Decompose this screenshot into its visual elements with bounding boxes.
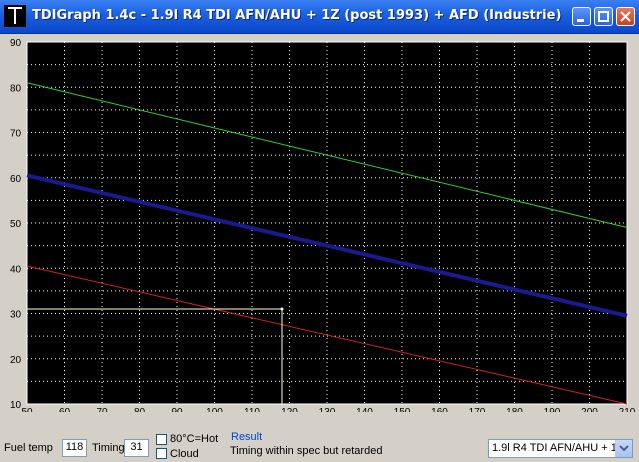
y-tick-label: 60 (10, 174, 22, 185)
maximize-icon (598, 11, 609, 22)
y-tick-label: 10 (10, 400, 22, 411)
hot-label: 80°C=Hot (170, 433, 219, 445)
y-tick-label: 40 (10, 264, 22, 275)
marker-point (280, 307, 284, 311)
app-icon[interactable] (4, 5, 26, 27)
y-tick-label: 30 (10, 310, 22, 321)
minimize-icon (577, 19, 584, 22)
result-text: Timing within spec but retarded (230, 445, 383, 457)
result-title: Result (230, 431, 264, 443)
close-button[interactable] (616, 7, 635, 26)
chart-area: 1020304050607080905060708090100110120130… (0, 34, 639, 412)
y-tick-label: 80 (10, 83, 22, 94)
timing-label: Timing (92, 442, 125, 454)
minimize-button[interactable] (572, 7, 591, 26)
fuel-temp-label: Fuel temp (4, 442, 53, 454)
y-tick-label: 70 (10, 129, 22, 140)
hot-checkbox[interactable] (156, 434, 167, 445)
fuel-temp-field[interactable]: 118 (62, 439, 87, 457)
engine-select-value: 1.9l R4 TDI AFN/AHU + 1Z (492, 442, 624, 454)
y-tick-label: 90 (10, 38, 22, 49)
timing-field[interactable]: 31 (124, 439, 149, 457)
control-panel: Fuel temp 118 Timing 31 80°C=Hot Cloud R… (0, 412, 639, 462)
y-tick-label: 20 (10, 355, 22, 366)
cloud-checkbox[interactable] (156, 448, 167, 459)
engine-select[interactable]: 1.9l R4 TDI AFN/AHU + 1Z (488, 439, 633, 458)
app-window: TDIGraph 1.4c - 1.9l R4 TDI AFN/AHU + 1Z… (0, 0, 639, 462)
close-icon (620, 11, 631, 22)
y-tick-label: 50 (10, 219, 22, 230)
window-title: TDIGraph 1.4c - 1.9l R4 TDI AFN/AHU + 1Z… (32, 8, 562, 23)
title-bar[interactable]: TDIGraph 1.4c - 1.9l R4 TDI AFN/AHU + 1Z… (0, 0, 639, 34)
fuel-temp-timing-chart: 1020304050607080905060708090100110120130… (10, 38, 636, 412)
engine-select-dropdown-button[interactable] (615, 440, 632, 457)
maximize-button[interactable] (594, 7, 613, 26)
chevron-down-icon (619, 445, 629, 452)
cloud-label: Cloud (170, 448, 199, 460)
